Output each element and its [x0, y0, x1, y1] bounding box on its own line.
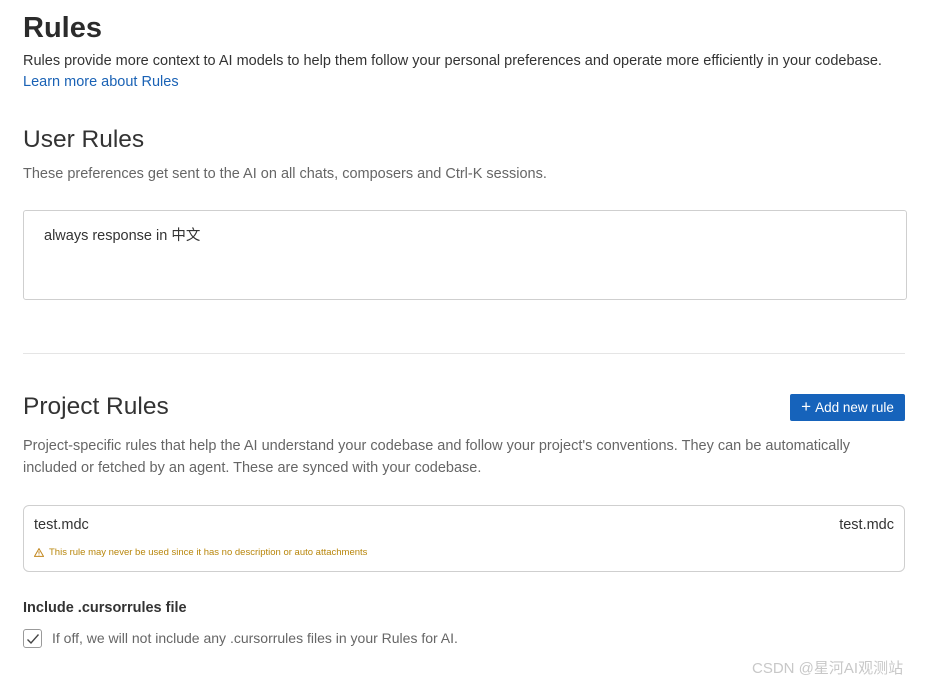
- user-rules-description: These preferences get sent to the AI on …: [23, 166, 547, 182]
- page-title: Rules: [23, 12, 102, 44]
- rule-warning-text: This rule may never be used since it has…: [49, 547, 368, 558]
- rule-file: test.mdc: [839, 517, 894, 533]
- rule-name: test.mdc: [34, 517, 89, 533]
- add-new-rule-button[interactable]: + Add new rule: [790, 394, 905, 421]
- add-new-rule-label: Add new rule: [815, 400, 894, 415]
- user-rules-input[interactable]: always response in 中文: [23, 210, 907, 300]
- rule-card[interactable]: test.mdc test.mdc This rule may never be…: [23, 505, 905, 572]
- user-rules-value: always response in 中文: [44, 228, 201, 244]
- user-rules-title: User Rules: [23, 126, 145, 153]
- project-rules-title: Project Rules: [23, 393, 169, 420]
- project-rules-description: Project-specific rules that help the AI …: [23, 438, 851, 476]
- section-divider: [23, 353, 905, 354]
- plus-icon: +: [801, 397, 812, 416]
- include-cursorrules-checkbox[interactable]: [23, 629, 42, 648]
- watermark: CSDN @星河AI观测站: [752, 660, 904, 677]
- include-cursorrules-description: If off, we will not include any .cursorr…: [52, 630, 458, 646]
- learn-more-link[interactable]: Learn more about Rules: [23, 74, 179, 90]
- intro-text: Rules provide more context to AI models …: [23, 51, 883, 93]
- warning-icon: [34, 548, 44, 557]
- include-cursorrules-title: Include .cursorrules file: [23, 600, 187, 616]
- intro-description: Rules provide more context to AI models …: [23, 53, 882, 69]
- rules-settings-page: Rules Rules provide more context to AI m…: [0, 0, 925, 682]
- checkmark-icon: [26, 633, 39, 644]
- rule-warning: This rule may never be used since it has…: [34, 547, 367, 558]
